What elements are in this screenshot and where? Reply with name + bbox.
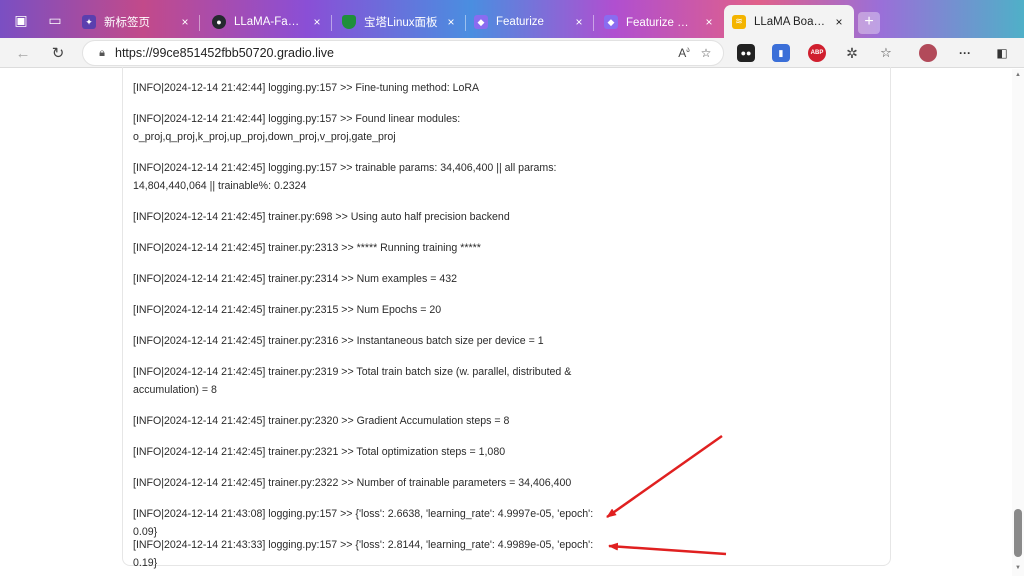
lock-icon[interactable]: 🔒︎	[89, 47, 115, 60]
close-icon[interactable]: ×	[572, 15, 586, 29]
tab-actions-icon[interactable]: ▭	[44, 9, 66, 31]
favorites-icon[interactable]: ☆	[877, 44, 895, 62]
github-icon: ●	[212, 15, 226, 29]
favorite-star-icon[interactable]: ☆	[695, 46, 717, 60]
back-arrow-icon[interactable]: ←	[12, 42, 34, 64]
new-tab-icon: ✦	[82, 15, 96, 29]
log-entry: [INFO|2024-12-14 21:42:45] trainer.py:23…	[133, 239, 603, 257]
bookmark-ext-icon[interactable]: ▮	[772, 44, 790, 62]
log-text: [INFO|2024-12-14 21:42:45] trainer.py:23…	[133, 242, 481, 254]
tab-llama-board[interactable]: ≋ LLaMA Board (feat ×	[724, 5, 854, 38]
log-entry: [INFO|2024-12-14 21:42:44] logging.py:15…	[133, 79, 603, 97]
tampermonkey-icon[interactable]: ●●	[737, 44, 755, 62]
page-content: [INFO|2024-12-14 21:42:44] logging.py:15…	[0, 67, 1024, 576]
gradio-icon: ≋	[732, 14, 746, 29]
close-icon[interactable]: ×	[444, 15, 458, 29]
tab-featurize-workspace[interactable]: ◆ Featurize 工作区 ×	[596, 6, 724, 38]
log-text: [INFO|2024-12-14 21:42:45] trainer.py:23…	[133, 415, 510, 427]
scroll-up-icon[interactable]: ▲	[1014, 71, 1022, 79]
close-icon[interactable]: ×	[178, 15, 192, 29]
log-text: [INFO|2024-12-14 21:43:33] logging.py:15…	[133, 539, 594, 569]
adblock-plus-icon[interactable]: ABP	[808, 44, 826, 62]
log-text: [INFO|2024-12-14 21:42:45] trainer.py:23…	[133, 366, 572, 378]
workspaces-icon[interactable]: ▣	[10, 9, 32, 31]
log-entry: [INFO|2024-12-14 21:42:45] trainer.py:23…	[133, 301, 603, 319]
log-entry: [INFO|2024-12-14 21:42:45] logging.py:15…	[133, 159, 603, 195]
profile-avatar-icon[interactable]	[919, 44, 937, 62]
tab-title: 宝塔Linux面板	[364, 17, 438, 29]
sidebar-icon[interactable]: ◧	[993, 44, 1011, 62]
featurize-icon: ◆	[604, 15, 618, 29]
log-text: [INFO|2024-12-14 21:42:45] trainer.py:23…	[133, 335, 544, 347]
tab-title: Featurize 工作区	[626, 17, 696, 29]
browser-toolbar: ← ↻ 🔒︎ https://99ce851452fbb50720.gradio…	[0, 38, 1024, 68]
tab-baota[interactable]: 宝塔Linux面板 ×	[334, 6, 466, 38]
read-aloud-icon[interactable]: Aა	[673, 46, 695, 60]
close-icon[interactable]: ×	[702, 15, 716, 29]
log-text: 14,804,440,064 || trainable%: 0.2324	[133, 180, 307, 192]
close-icon[interactable]: ×	[310, 15, 324, 29]
log-text: [INFO|2024-12-14 21:42:45] trainer.py:69…	[133, 211, 510, 223]
log-entry: [INFO|2024-12-14 21:42:45] trainer.py:23…	[133, 332, 603, 350]
address-bar[interactable]: 🔒︎ https://99ce851452fbb50720.gradio.liv…	[82, 40, 724, 66]
log-entry: [INFO|2024-12-14 21:42:45] trainer.py:69…	[133, 208, 603, 226]
close-icon[interactable]: ×	[832, 15, 846, 29]
tab-featurize[interactable]: ◆ Featurize ×	[466, 6, 594, 38]
log-text: [INFO|2024-12-14 21:42:44] logging.py:15…	[133, 113, 461, 125]
more-icon[interactable]: ···	[956, 44, 974, 62]
log-entry: [INFO|2024-12-14 21:43:33] logging.py:15…	[133, 536, 603, 572]
refresh-icon[interactable]: ↻	[47, 42, 69, 64]
tab-llama-factory[interactable]: ● LLaMA-Factory/dat ×	[204, 6, 332, 38]
log-entry: [INFO|2024-12-14 21:42:45] trainer.py:23…	[133, 270, 603, 288]
log-entry: [INFO|2024-12-14 21:42:45] trainer.py:23…	[133, 412, 603, 430]
browser-tab-strip: ▣ ▭ ✦ 新标签页 × ● LLaMA-Factory/dat × 宝塔Lin…	[0, 0, 1024, 38]
log-panel: [INFO|2024-12-14 21:42:44] logging.py:15…	[122, 67, 891, 569]
log-entry: [INFO|2024-12-14 21:42:44] logging.py:15…	[133, 110, 603, 146]
log-text: [INFO|2024-12-14 21:42:45] trainer.py:23…	[133, 477, 572, 489]
log-text: o_proj,q_proj,k_proj,up_proj,down_proj,v…	[133, 131, 396, 143]
baota-shield-icon	[342, 15, 356, 29]
log-text: [INFO|2024-12-14 21:42:45] trainer.py:23…	[133, 446, 506, 458]
tab-new-tab[interactable]: ✦ 新标签页 ×	[74, 6, 200, 38]
log-entry: [INFO|2024-12-14 21:42:45] trainer.py:23…	[133, 443, 603, 461]
log-entry: [INFO|2024-12-14 21:42:45] trainer.py:23…	[133, 363, 603, 399]
scroll-thumb[interactable]	[1014, 509, 1022, 557]
url-text[interactable]: https://99ce851452fbb50720.gradio.live	[115, 46, 673, 60]
log-entry: [INFO|2024-12-14 21:42:45] trainer.py:23…	[133, 474, 603, 492]
tab-title: LLaMA-Factory/dat	[234, 16, 304, 28]
tab-title: Featurize	[496, 16, 544, 28]
page-scrollbar[interactable]: ▲ ▼	[1012, 69, 1024, 576]
new-tab-button[interactable]: +	[858, 12, 880, 34]
log-text: [INFO|2024-12-14 21:42:45] trainer.py:23…	[133, 304, 442, 316]
log-text: [INFO|2024-12-14 21:42:44] logging.py:15…	[133, 82, 480, 94]
scroll-down-icon[interactable]: ▼	[1014, 564, 1022, 572]
featurize-icon: ◆	[474, 15, 488, 29]
extensions-icon[interactable]: ✲	[843, 44, 861, 62]
log-text: accumulation) = 8	[133, 384, 217, 396]
tab-title: LLaMA Board (feat	[754, 15, 826, 28]
log-text: [INFO|2024-12-14 21:42:45] logging.py:15…	[133, 162, 557, 174]
log-text: [INFO|2024-12-14 21:42:45] trainer.py:23…	[133, 273, 457, 285]
tab-title: 新标签页	[104, 17, 150, 29]
